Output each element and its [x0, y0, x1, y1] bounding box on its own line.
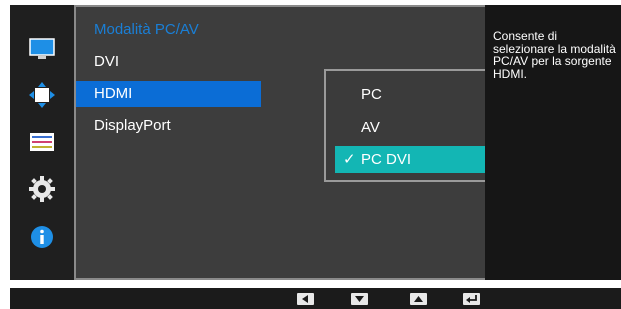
enter-button-icon[interactable] [463, 293, 480, 305]
description-text: Consente di selezionare la modalità PC/A… [493, 29, 616, 81]
checkmark-icon: ✓ [343, 151, 356, 168]
category-icon-column [10, 5, 74, 280]
menu-item-displayport[interactable]: DisplayPort [76, 113, 261, 139]
monitor-icon[interactable] [29, 36, 55, 62]
main-menu-panel: Modalità PC/AV DVI HDMI DisplayPort PC A… [74, 5, 536, 280]
menu-title: Modalità PC/AV [94, 21, 199, 38]
color-adjust-icon[interactable] [29, 129, 55, 155]
menu-item-dvi[interactable]: DVI [76, 49, 261, 75]
settings-gear-icon[interactable] [29, 176, 55, 202]
osd-menu-window: Modalità PC/AV DVI HDMI DisplayPort PC A… [10, 5, 621, 280]
info-icon[interactable] [29, 224, 55, 250]
description-panel: Consente di selezionare la modalità PC/A… [485, 5, 621, 280]
down-arrow-button-icon[interactable] [351, 293, 368, 305]
left-arrow-button-icon[interactable] [297, 293, 314, 305]
resize-icon[interactable] [29, 82, 55, 108]
submenu-option-label: PC DVI [361, 151, 412, 168]
navigation-bar [10, 288, 621, 309]
up-arrow-button-icon[interactable] [410, 293, 427, 305]
menu-item-hdmi[interactable]: HDMI [76, 81, 261, 107]
